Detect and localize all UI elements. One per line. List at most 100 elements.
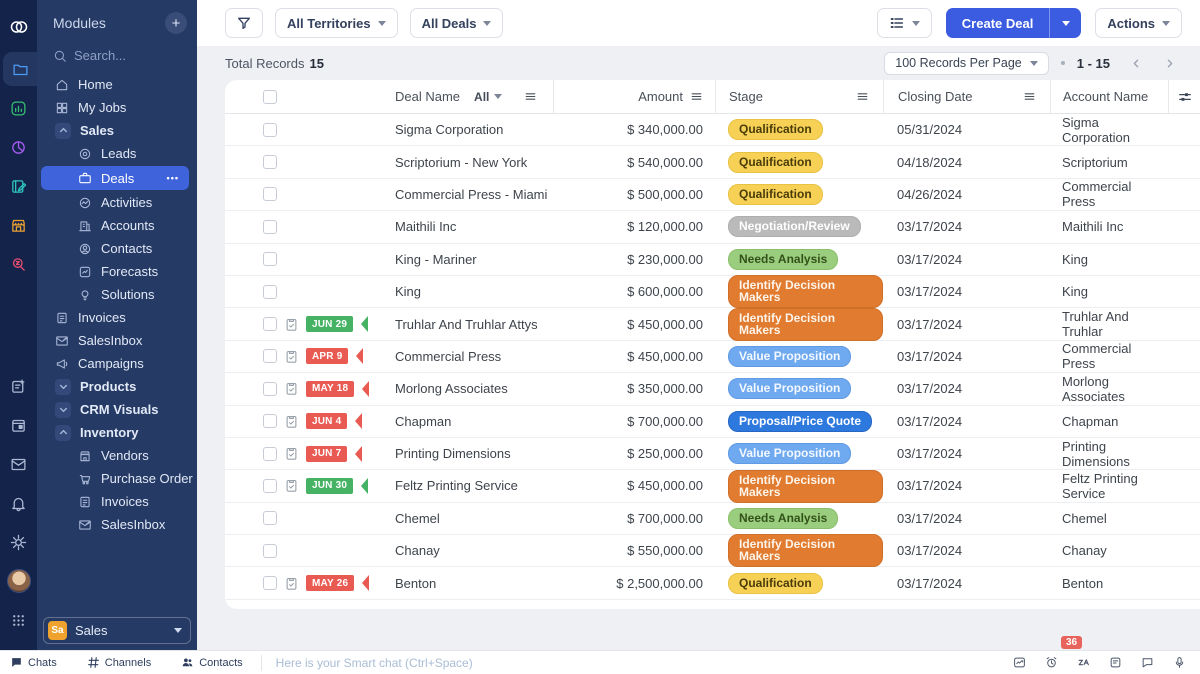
sidebar-item-campaigns[interactable]: Campaigns bbox=[37, 352, 197, 375]
column-menu-icon[interactable] bbox=[856, 90, 869, 103]
column-header-amount[interactable]: Amount bbox=[638, 89, 683, 104]
create-deal-button[interactable]: Create Deal bbox=[946, 8, 1050, 38]
sidebar-item-invoices[interactable]: Invoices bbox=[37, 490, 197, 513]
account-name-cell[interactable]: Commercial Press bbox=[1050, 341, 1168, 371]
analytics-pie-icon[interactable] bbox=[0, 130, 37, 164]
row-checkbox[interactable] bbox=[263, 382, 277, 396]
account-name-cell[interactable]: Truhlar And Truhlar bbox=[1050, 309, 1168, 339]
row-checkbox[interactable] bbox=[263, 252, 277, 266]
table-row[interactable]: MAY 26Benton$ 2,500,000.00Qualification0… bbox=[225, 567, 1200, 599]
sidebar-item-activities[interactable]: Activities bbox=[37, 191, 197, 214]
account-name-cell[interactable]: Benton bbox=[1050, 576, 1168, 591]
deal-name-cell[interactable]: King bbox=[380, 284, 553, 299]
microphone-icon[interactable] bbox=[1173, 656, 1186, 669]
marketplace-icon[interactable] bbox=[0, 208, 37, 242]
account-name-cell[interactable]: Sigma Corporation bbox=[1050, 115, 1168, 145]
column-menu-icon[interactable] bbox=[1023, 90, 1036, 103]
column-menu-icon[interactable] bbox=[524, 90, 537, 103]
settings-gear-icon[interactable] bbox=[0, 525, 37, 559]
account-name-cell[interactable]: Morlong Associates bbox=[1050, 374, 1168, 404]
row-checkbox[interactable] bbox=[263, 349, 277, 363]
row-checkbox[interactable] bbox=[263, 155, 277, 169]
sidebar-item-home[interactable]: Home bbox=[37, 73, 197, 96]
smart-chat-input[interactable]: Here is your Smart chat (Ctrl+Space) bbox=[276, 656, 1013, 670]
account-name-cell[interactable]: Chapman bbox=[1050, 414, 1168, 429]
deal-name-cell[interactable]: Scriptorium - New York bbox=[380, 155, 553, 170]
select-all-checkbox[interactable] bbox=[263, 90, 277, 104]
more-options-icon[interactable]: ••• bbox=[167, 173, 179, 183]
actions-dropdown[interactable]: Actions bbox=[1095, 8, 1182, 38]
table-row[interactable]: MAY 18Morlong Associates$ 350,000.00Valu… bbox=[225, 373, 1200, 405]
notes-doc-icon[interactable] bbox=[1109, 656, 1122, 669]
channels-tab[interactable]: Channels bbox=[87, 656, 151, 669]
row-checkbox[interactable] bbox=[263, 511, 277, 525]
sidebar-item-accounts[interactable]: Accounts bbox=[37, 214, 197, 237]
list-view-switcher[interactable] bbox=[877, 8, 932, 38]
table-row[interactable]: Scriptorium - New York$ 540,000.00Qualif… bbox=[225, 146, 1200, 178]
comment-bubble-icon[interactable] bbox=[1141, 656, 1154, 669]
deal-name-cell[interactable]: Feltz Printing Service bbox=[380, 478, 553, 493]
reminders-alarm-icon[interactable] bbox=[1045, 656, 1058, 669]
prev-page-icon[interactable] bbox=[1130, 57, 1143, 70]
contacts-tab[interactable]: Contacts bbox=[181, 656, 242, 669]
view-filter-dropdown[interactable]: All Deals bbox=[410, 8, 504, 38]
deal-name-cell[interactable]: King - Mariner bbox=[380, 252, 553, 267]
quick-create-icon[interactable] bbox=[0, 369, 37, 403]
row-checkbox[interactable] bbox=[263, 220, 277, 234]
sidebar-search-input[interactable]: Search... bbox=[37, 42, 197, 73]
column-header-account-name[interactable]: Account Name bbox=[1063, 89, 1148, 104]
sidebar-item-social[interactable]: Social bbox=[37, 536, 197, 541]
notifications-bell-icon[interactable] bbox=[0, 486, 37, 520]
org-selector[interactable]: Sa Sales bbox=[43, 617, 191, 644]
zia-search-icon[interactable] bbox=[0, 247, 37, 281]
sidebar-item-vendors[interactable]: Vendors bbox=[37, 444, 197, 467]
table-row[interactable]: JUN 7Printing Dimensions$ 250,000.00Valu… bbox=[225, 438, 1200, 470]
table-row[interactable]: Commercial Press - Miami$ 500,000.00Qual… bbox=[225, 179, 1200, 211]
deal-name-cell[interactable]: Commercial Press bbox=[380, 349, 553, 364]
table-row[interactable]: APR 9Commercial Press$ 450,000.00Value P… bbox=[225, 341, 1200, 373]
table-row[interactable]: JUN 4Chapman$ 700,000.00Proposal/Price Q… bbox=[225, 406, 1200, 438]
row-checkbox[interactable] bbox=[263, 576, 277, 590]
account-name-cell[interactable]: King bbox=[1050, 284, 1168, 299]
row-checkbox[interactable] bbox=[263, 187, 277, 201]
account-name-cell[interactable]: Chanay bbox=[1050, 543, 1168, 558]
deal-name-cell[interactable]: Maithili Inc bbox=[380, 219, 553, 234]
mail-icon[interactable] bbox=[0, 447, 37, 481]
deal-name-cell[interactable]: Truhlar And Truhlar Attys bbox=[380, 317, 553, 332]
sidebar-item-my-jobs[interactable]: My Jobs bbox=[37, 96, 197, 119]
row-checkbox[interactable] bbox=[263, 317, 277, 331]
territory-filter-dropdown[interactable]: All Territories bbox=[275, 8, 398, 38]
sidebar-item-invoices[interactable]: Invoices bbox=[37, 306, 197, 329]
column-header-closing-date[interactable]: Closing Date bbox=[898, 89, 972, 104]
table-row[interactable]: Chemel$ 700,000.00Needs Analysis03/17/20… bbox=[225, 503, 1200, 535]
account-name-cell[interactable]: Chemel bbox=[1050, 511, 1168, 526]
sidebar-item-salesinbox[interactable]: SalesInbox bbox=[37, 513, 197, 536]
user-avatar[interactable] bbox=[0, 564, 37, 598]
account-name-cell[interactable]: Feltz Printing Service bbox=[1050, 471, 1168, 501]
sidebar-item-crm-visuals[interactable]: CRM Visuals bbox=[37, 398, 197, 421]
deal-name-cell[interactable]: Chanay bbox=[380, 543, 553, 558]
sidebar-item-deals[interactable]: Deals••• bbox=[41, 166, 189, 190]
row-checkbox[interactable] bbox=[263, 479, 277, 493]
deal-name-cell[interactable]: Chemel bbox=[380, 511, 553, 526]
sidebar-item-forecasts[interactable]: Forecasts bbox=[37, 260, 197, 283]
sidebar-item-purchase-order[interactable]: Purchase Order bbox=[37, 467, 197, 490]
add-module-button[interactable]: + bbox=[165, 12, 187, 34]
records-per-page-dropdown[interactable]: 100 Records Per Page bbox=[884, 52, 1048, 75]
sidebar-item-products[interactable]: Products bbox=[37, 375, 197, 398]
row-checkbox[interactable] bbox=[263, 544, 277, 558]
table-row[interactable]: King - Mariner$ 230,000.00Needs Analysis… bbox=[225, 244, 1200, 276]
deal-name-filter-dropdown[interactable]: All bbox=[474, 90, 502, 104]
deal-name-cell[interactable]: Chapman bbox=[380, 414, 553, 429]
account-name-cell[interactable]: King bbox=[1050, 252, 1168, 267]
sidebar-item-contacts[interactable]: Contacts bbox=[37, 237, 197, 260]
column-menu-icon[interactable] bbox=[690, 90, 703, 103]
deal-name-cell[interactable]: Sigma Corporation bbox=[380, 122, 553, 137]
table-row[interactable]: Sigma Corporation$ 340,000.00Qualificati… bbox=[225, 114, 1200, 146]
deal-name-cell[interactable]: Printing Dimensions bbox=[380, 446, 553, 461]
account-name-cell[interactable]: Commercial Press bbox=[1050, 179, 1168, 209]
deal-name-cell[interactable]: Benton bbox=[380, 576, 553, 591]
activity-trend-icon[interactable] bbox=[1013, 656, 1026, 669]
deal-name-cell[interactable]: Morlong Associates bbox=[380, 381, 553, 396]
sidebar-item-salesinbox[interactable]: SalesInbox bbox=[37, 329, 197, 352]
